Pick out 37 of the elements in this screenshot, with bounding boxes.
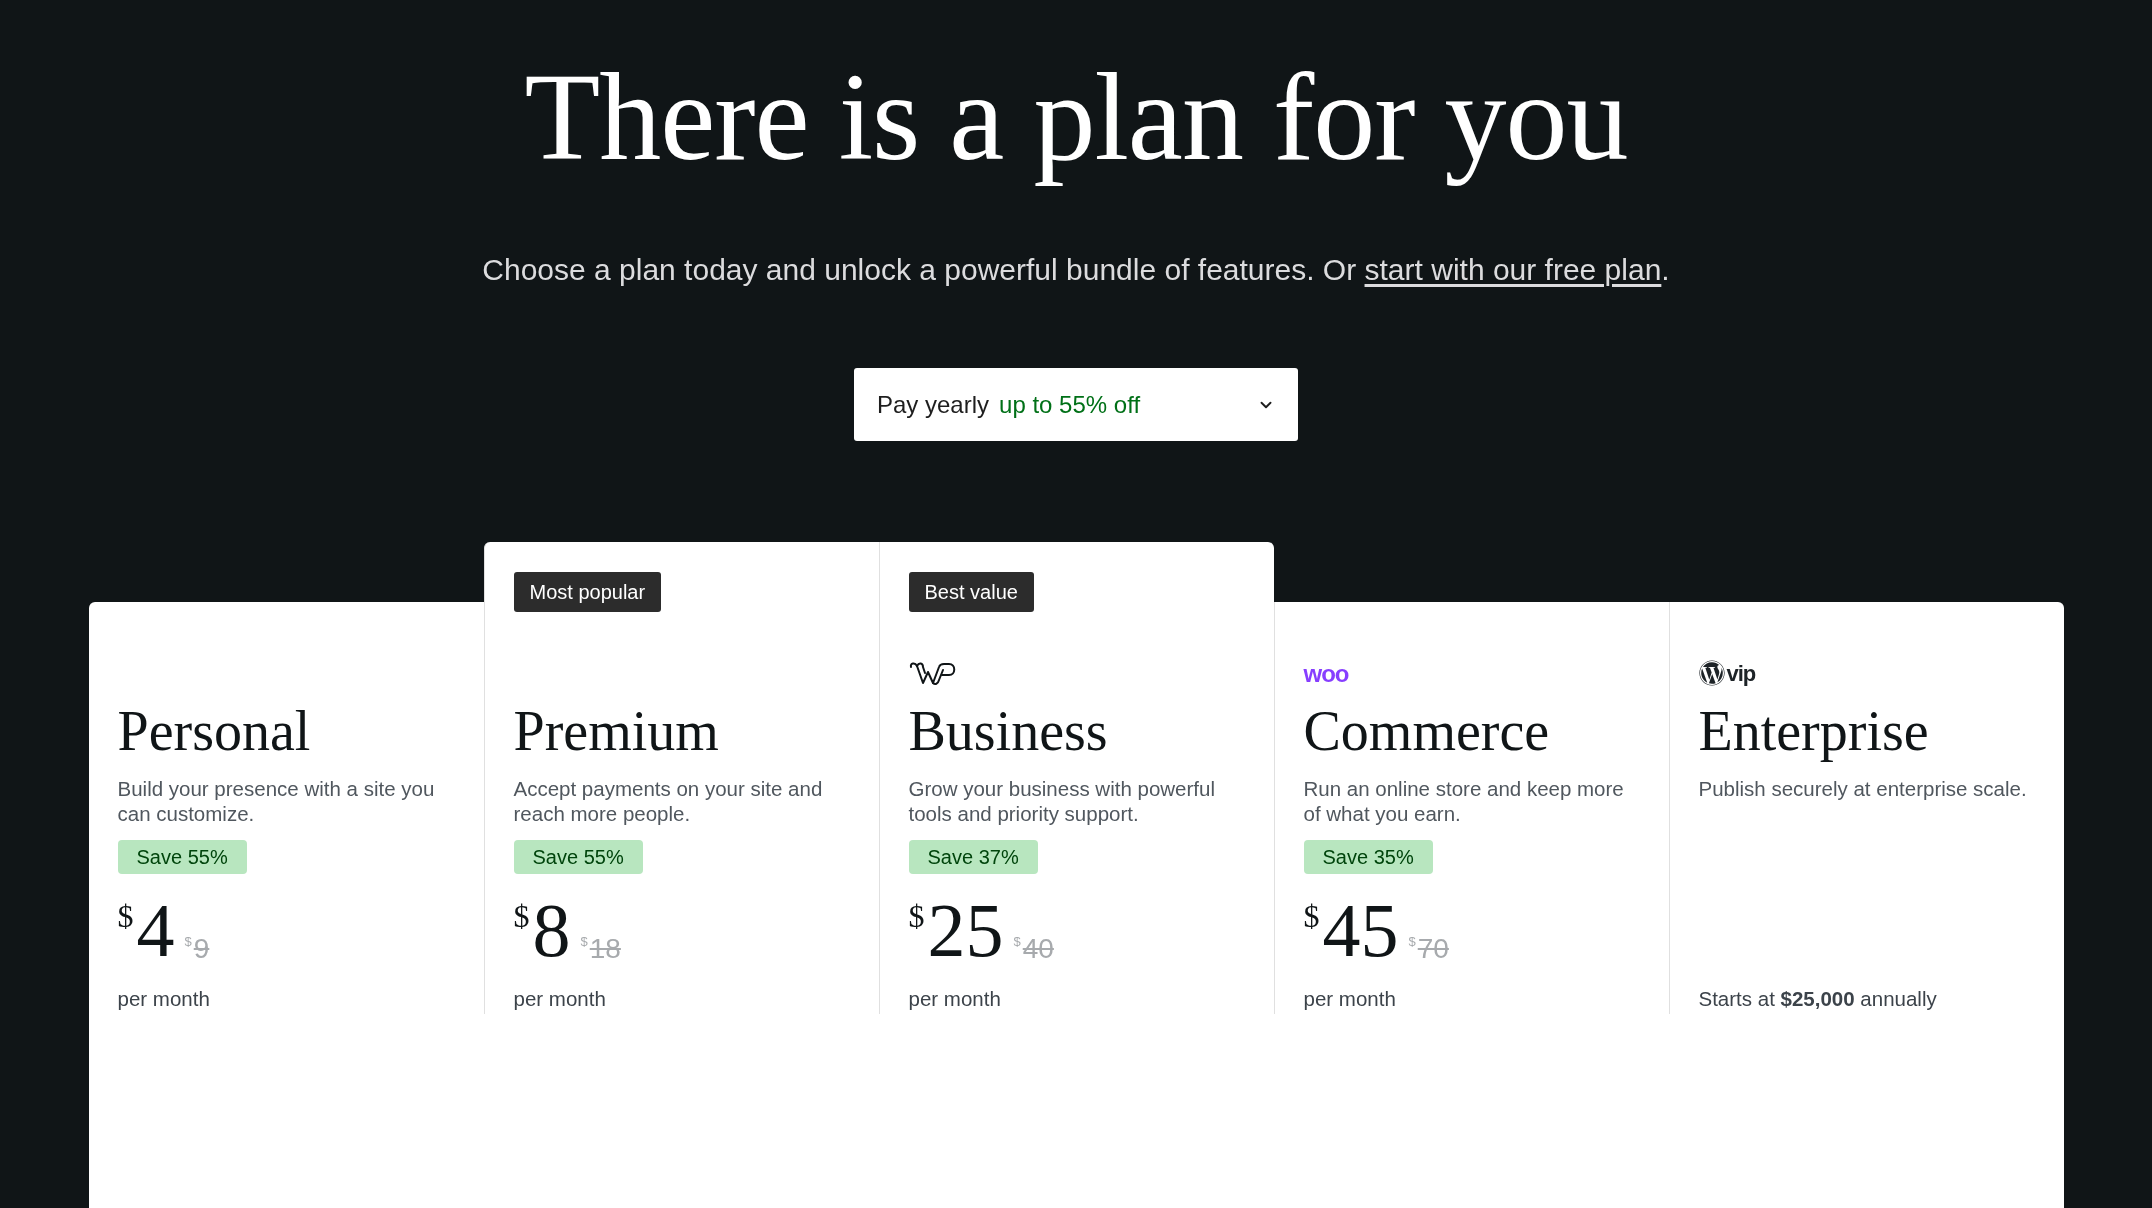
woo-logo: woo [1303, 661, 1349, 686]
plan-description: Run an online store and keep more of what you earn. [1303, 776, 1625, 826]
plan-name: Enterprise [1698, 701, 1929, 761]
plan-name: Commerce [1303, 701, 1550, 761]
billing-period: per month [513, 986, 606, 1011]
price: $45 [1303, 894, 1399, 966]
plan-description: Accept payments on your site and reach more people. [513, 776, 824, 826]
plan-name: Business [908, 701, 1108, 761]
savings-tag: Save 55% [513, 840, 643, 874]
price-note: Starts at $25,000 annually [1698, 986, 1937, 1011]
original-price: $18 [580, 935, 621, 963]
plan-badge: Best value [908, 572, 1034, 612]
original-price: $40 [1013, 935, 1054, 963]
wp-outline-logo-icon [908, 661, 957, 686]
price: $25 [908, 894, 1004, 966]
savings-tag: Save 37% [908, 840, 1038, 874]
plan-description: Publish securely at enterprise scale. [1698, 776, 2028, 801]
plan-badge: Most popular [513, 572, 662, 612]
original-price: $9 [184, 935, 210, 963]
plan-description: Grow your business with powerful tools and priority support. [908, 776, 1216, 826]
plan-description: Build your presence with a site you can customize. [117, 776, 436, 826]
plan-name: Personal [117, 701, 311, 761]
billing-period: per month [1303, 986, 1396, 1011]
subtitle: Choose a plan today and unlock a powerful bundle of features. Or start with our free plan. [482, 252, 1670, 288]
free-plan-link[interactable]: start with our free plan [1364, 253, 1662, 286]
page-heading: There is a plan for you [524, 48, 1628, 188]
original-price: $70 [1408, 935, 1449, 963]
billing-select[interactable]: Pay yearly up to 55% off [854, 368, 1298, 441]
price: $8 [513, 894, 571, 966]
w-circle-logo-icon [1698, 660, 1725, 686]
plan-name: Premium [513, 701, 719, 761]
savings-tag: Save 55% [117, 840, 247, 874]
billing-period: per month [117, 986, 210, 1011]
savings-tag: Save 35% [1303, 840, 1433, 874]
vip-logo-text: vip [1726, 660, 1756, 686]
billing-period: per month [908, 986, 1001, 1011]
price: $4 [117, 894, 175, 966]
